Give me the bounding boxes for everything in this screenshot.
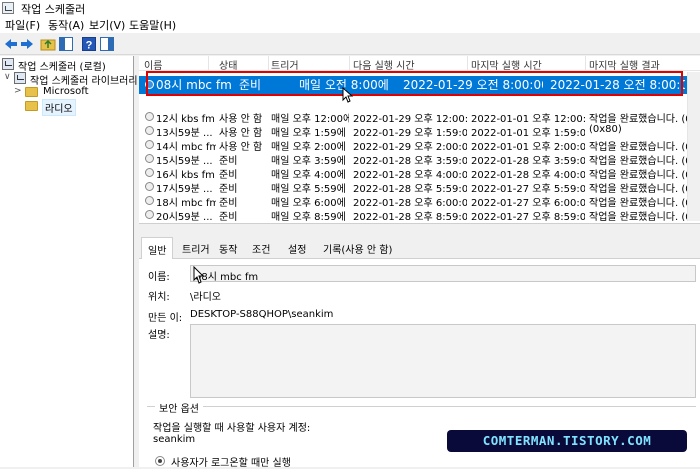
- name-label: 이름:: [148, 272, 170, 283]
- table-row[interactable]: 13시59분 ... 사용 안 함 매일 오후 1:59에 2022-01-29…: [139, 124, 700, 139]
- menu-view[interactable]: 보기(V): [89, 17, 125, 33]
- tree-item-library[interactable]: ∨ 작업 스케줄러 라이브러리: [4, 71, 138, 87]
- table-row[interactable]: 20시59분 ... 준비 매일 오후 8:59에 2022-01-28 오후 …: [139, 208, 700, 221]
- toolbar: ?: [0, 33, 700, 55]
- security-options-title: 보안 옵션: [155, 400, 203, 415]
- menu-bar: 파일(F) 동작(A) 보기(V) 도움말(H): [0, 16, 700, 33]
- column-header: 이름 상태 트리거 다음 실행 시간 마지막 실행 시간 마지막 실행 결과: [139, 56, 700, 72]
- task-icon: [145, 196, 154, 205]
- tree-item-radio[interactable]: 라디오: [14, 99, 132, 116]
- tab-actions[interactable]: 동작: [219, 241, 237, 256]
- table-row[interactable]: 14시 mbc fm 사용 안 함 매일 오후 2:00에 2022-01-29…: [139, 138, 700, 153]
- task-pane: 이름 상태 트리거 다음 실행 시간 마지막 실행 시간 마지막 실행 결과 0…: [139, 56, 700, 469]
- table-row[interactable]: 16시 kbs fm 준비 매일 오후 4:00에 2022-01-28 오후 …: [139, 166, 700, 181]
- task-list: 이름 상태 트리거 다음 실행 시간 마지막 실행 시간 마지막 실행 결과 0…: [139, 56, 700, 221]
- menu-help[interactable]: 도움말(H): [129, 17, 176, 33]
- cell-last-run: 2022-01-28 오전 8:00:01: [550, 78, 685, 92]
- column-status[interactable]: 상태: [219, 57, 237, 72]
- column-last-result[interactable]: 마지막 실행 결과: [589, 57, 660, 72]
- folder-icon: [25, 101, 38, 111]
- tree-label: Microsoft: [43, 86, 89, 97]
- column-last-run[interactable]: 마지막 실행 시간: [471, 57, 542, 72]
- tree-item-microsoft[interactable]: > Microsoft: [14, 85, 132, 100]
- account-prompt: 작업을 실행할 때 사용할 사용자 계정:: [153, 423, 311, 434]
- description-field[interactable]: [190, 324, 696, 398]
- column-trigger[interactable]: 트리거: [271, 57, 299, 72]
- folder-up-icon[interactable]: [40, 36, 56, 52]
- table-row[interactable]: 12시 kbs fm 사용 안 함 매일 오후 12:00에 2022-01-2…: [139, 110, 700, 125]
- account-value: seankim: [153, 434, 196, 445]
- column-next-run[interactable]: 다음 실행 시간: [353, 57, 415, 72]
- task-library-icon: [14, 72, 26, 84]
- tree-label: 라디오: [42, 99, 76, 116]
- task-icon: [145, 210, 154, 219]
- chevron-right-icon[interactable]: >: [14, 86, 22, 96]
- description-label: 설명:: [148, 330, 170, 341]
- forward-arrow-icon[interactable]: [19, 36, 35, 52]
- tab-triggers[interactable]: 트리거: [182, 241, 210, 256]
- watermark: COMTERMAN.TISTORY.COM: [447, 430, 687, 452]
- chevron-down-icon[interactable]: ∨: [4, 72, 11, 82]
- cell-next-run: 2022-01-29 오전 8:00:00: [403, 78, 543, 92]
- task-icon: [145, 140, 154, 149]
- detail-tabs: 일반 트리거 동작 조건 설정 기록(사용 안 함): [139, 237, 700, 260]
- table-row-selected[interactable]: 08시 mbc fm 준비 매일 오전 8:00에 2022-01-29 오전 …: [139, 76, 700, 94]
- help-icon[interactable]: ?: [81, 36, 97, 52]
- tab-history[interactable]: 기록(사용 안 함): [323, 241, 392, 256]
- menu-action[interactable]: 동작(A): [48, 17, 84, 33]
- tab-conditions[interactable]: 조건: [252, 241, 270, 256]
- task-icon: [145, 168, 154, 177]
- task-icon: [145, 80, 154, 89]
- tree-item-local[interactable]: 작업 스케줄러 (로컬): [2, 57, 132, 73]
- author-value: DESKTOP-S88QHOP\seankim: [190, 309, 334, 320]
- task-icon: [145, 182, 154, 191]
- column-name[interactable]: 이름: [144, 57, 162, 72]
- location-label: 위치:: [148, 292, 170, 303]
- show-hide-tree-icon[interactable]: [58, 36, 74, 52]
- author-label: 만든 이:: [148, 313, 183, 324]
- cell-name: 08시 mbc fm: [156, 78, 232, 92]
- show-action-pane-icon[interactable]: [99, 36, 115, 52]
- cell-status: 준비: [239, 78, 262, 92]
- task-icon: [145, 154, 154, 163]
- table-row[interactable]: 17시59분 ... 준비 매일 오후 5:59에 2022-01-28 오후 …: [139, 180, 700, 195]
- menu-file[interactable]: 파일(F): [5, 17, 40, 33]
- navigation-tree: 작업 스케줄러 (로컬) ∨ 작업 스케줄러 라이브러리 > Microsoft…: [0, 56, 138, 467]
- task-icon: [145, 112, 154, 121]
- run-only-logged-on-radio[interactable]: [155, 456, 165, 466]
- back-arrow-icon[interactable]: [3, 36, 19, 52]
- task-scheduler-icon: [2, 2, 14, 14]
- pane-splitter[interactable]: [139, 223, 700, 237]
- svg-text:?: ?: [86, 40, 93, 52]
- table-row[interactable]: 18시 mbc fm 준비 매일 오후 6:00에 2022-01-28 오후 …: [139, 194, 700, 209]
- table-row[interactable]: 15시59분 ... 준비 매일 오후 3:59에 2022-01-28 오후 …: [139, 152, 700, 167]
- window-title: 작업 스케줄러: [21, 3, 86, 16]
- task-icon: [145, 126, 154, 135]
- mouse-cursor-icon: [342, 87, 354, 103]
- folder-icon: [25, 87, 38, 97]
- name-field[interactable]: 08시 mbc fm: [190, 265, 696, 283]
- location-value: \라디오: [190, 292, 221, 303]
- tab-settings[interactable]: 설정: [288, 241, 306, 256]
- mouse-cursor-icon: [193, 266, 205, 284]
- list-scrollbar[interactable]: [687, 72, 700, 221]
- task-scheduler-icon: [2, 58, 14, 70]
- tab-general[interactable]: 일반: [141, 237, 174, 260]
- title-bar: 작업 스케줄러: [0, 0, 700, 16]
